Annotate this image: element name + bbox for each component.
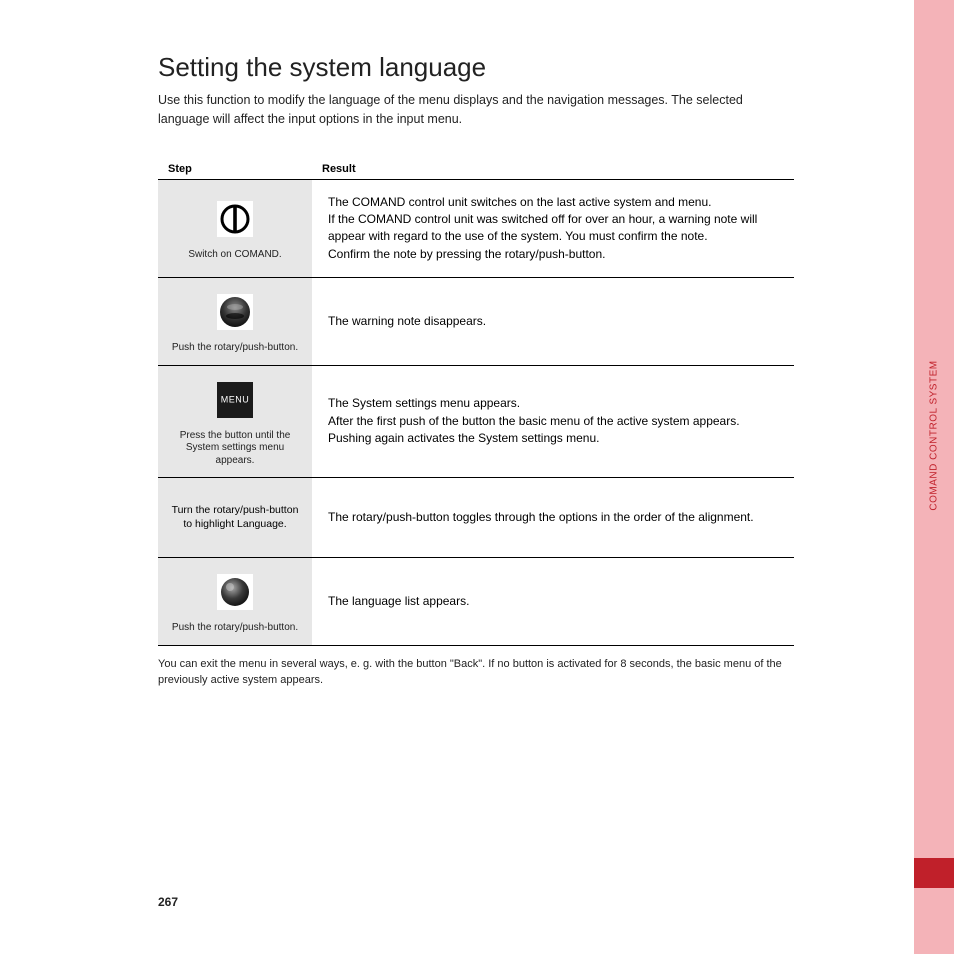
step-label: Push the rotary/push-button. bbox=[170, 622, 300, 635]
exit-note: You can exit the menu in several ways, e… bbox=[158, 656, 794, 689]
step-cell: Push the rotary/push-button. bbox=[158, 558, 312, 646]
step-cell: Turn the rotary/push-button to highlight… bbox=[158, 478, 312, 558]
step-cell: MENU Press the button until the System s… bbox=[158, 365, 312, 478]
table-header-step: Step bbox=[158, 157, 312, 180]
result-cell: The rotary/push-button toggles through t… bbox=[312, 478, 794, 558]
rotary-button-icon bbox=[217, 574, 253, 610]
instruction-table: Step Result Switch on COMAND. The COMAND… bbox=[158, 157, 794, 646]
menu-icon: MENU bbox=[217, 382, 253, 418]
side-tab: COMAND CONTROL SYSTEM bbox=[914, 0, 954, 954]
table-row: Turn the rotary/push-button to highlight… bbox=[158, 478, 794, 558]
result-cell: The System settings menu appears.After t… bbox=[312, 365, 794, 478]
table-row: Push the rotary/push-button. The warning… bbox=[158, 278, 794, 366]
intro-text: Use this function to modify the language… bbox=[158, 91, 794, 129]
result-cell: The COMAND control unit switches on the … bbox=[312, 179, 794, 278]
table-header-result: Result bbox=[312, 157, 794, 180]
page-number: 267 bbox=[158, 895, 178, 909]
side-tab-label: COMAND CONTROL SYSTEM bbox=[929, 360, 940, 510]
main-content: Setting the system language Use this fun… bbox=[158, 52, 794, 689]
push-button-icon bbox=[217, 294, 253, 330]
result-cell: The language list appears. bbox=[312, 558, 794, 646]
table-row: Switch on COMAND. The COMAND control uni… bbox=[158, 179, 794, 278]
side-tab-marker bbox=[914, 858, 954, 888]
step-label: Push the rotary/push-button. bbox=[170, 342, 300, 355]
page-title: Setting the system language bbox=[158, 52, 794, 83]
step-label: Switch on COMAND. bbox=[170, 249, 300, 262]
table-row: MENU Press the button until the System s… bbox=[158, 365, 794, 478]
table-row: Push the rotary/push-button. The languag… bbox=[158, 558, 794, 646]
step-cell: Push the rotary/push-button. bbox=[158, 278, 312, 366]
step-cell: Switch on COMAND. bbox=[158, 179, 312, 278]
result-cell: The warning note disappears. bbox=[312, 278, 794, 366]
step-label: Press the button until the System settin… bbox=[170, 430, 300, 468]
power-icon bbox=[217, 201, 253, 237]
